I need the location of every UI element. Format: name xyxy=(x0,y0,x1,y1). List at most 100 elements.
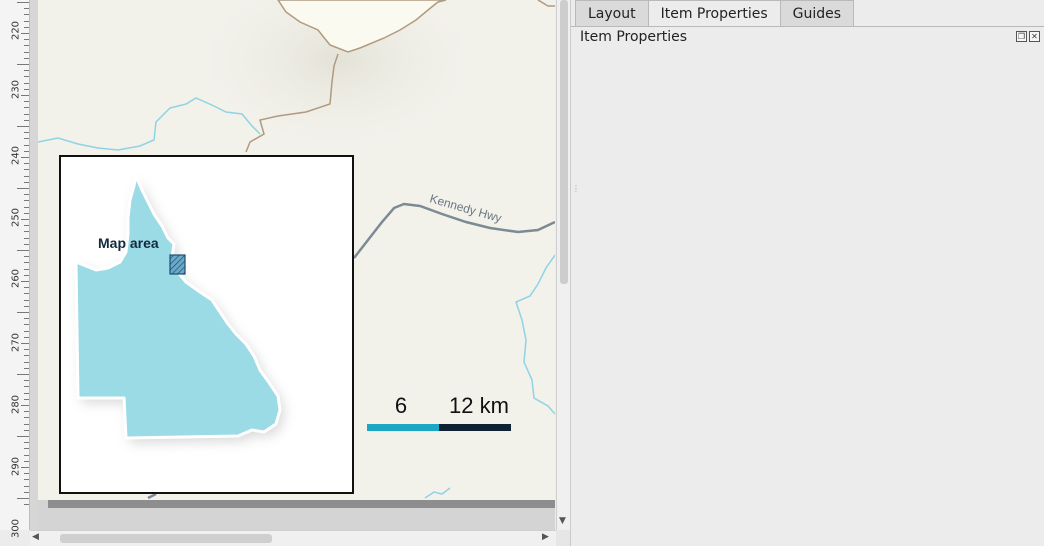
tab-guides[interactable]: Guides xyxy=(779,0,855,26)
ruler-tick xyxy=(21,95,29,96)
ruler-tick xyxy=(24,83,29,84)
layout-designer: 220 230 240 250 260 270 280 290 300 Kenn… xyxy=(0,0,1044,546)
ruler-tick xyxy=(24,107,29,108)
ruler-tick xyxy=(24,269,29,270)
ruler-tick xyxy=(24,479,29,480)
vertical-scrollbar[interactable]: ▼ xyxy=(556,0,570,530)
ruler-tick xyxy=(24,238,29,239)
ruler-tick xyxy=(24,256,29,257)
ruler-tick xyxy=(24,138,29,139)
ruler-label: 300 xyxy=(10,518,22,539)
tab-divider xyxy=(571,26,1044,27)
ruler-tick xyxy=(24,448,29,449)
map-canvas[interactable]: Kennedy Hwy Map area 6 12 km xyxy=(38,0,555,500)
ruler-label: 250 xyxy=(10,207,22,228)
ruler-tick xyxy=(24,442,29,443)
inset-label: Map area xyxy=(98,235,159,251)
ruler-tick xyxy=(24,486,29,487)
page-shadow xyxy=(48,500,555,508)
ruler-tick xyxy=(24,21,29,22)
ruler-tick xyxy=(24,76,29,77)
ruler-tick xyxy=(24,27,29,28)
panel-title: Item Properties xyxy=(580,29,688,45)
ruler-tick xyxy=(17,374,29,375)
scalebar-segment-2 xyxy=(439,424,511,431)
ruler-tick xyxy=(21,343,29,344)
ruler-tick xyxy=(24,393,29,394)
map-area-indicator xyxy=(169,254,186,275)
ruler-tick xyxy=(24,331,29,332)
vertical-scrollbar-thumb[interactable] xyxy=(560,0,568,284)
ruler-tick xyxy=(21,405,29,406)
ruler-tick xyxy=(21,467,29,468)
tab-item-properties[interactable]: Item Properties xyxy=(647,0,781,27)
ruler-tick xyxy=(21,33,29,34)
horizontal-scrollbar-thumb[interactable] xyxy=(60,534,272,543)
scalebar-label-mid: 6 xyxy=(395,393,407,418)
panel-buttons: ❐ ✕ xyxy=(1016,31,1040,42)
ruler-label: 280 xyxy=(10,394,22,415)
ruler-tick xyxy=(24,368,29,369)
ruler-tick xyxy=(24,287,29,288)
ruler-tick xyxy=(24,58,29,59)
ruler-tick xyxy=(24,213,29,214)
ruler-tick xyxy=(24,492,29,493)
scroll-down-arrow-icon[interactable]: ▼ xyxy=(559,516,566,526)
ruler-tick xyxy=(24,337,29,338)
splitter-handle[interactable]: ⋮ xyxy=(572,184,580,198)
scroll-left-arrow-icon[interactable]: ◀ xyxy=(32,532,39,542)
ruler-tick xyxy=(24,306,29,307)
scalebar-segment-1 xyxy=(367,424,439,431)
float-icon[interactable]: ❐ xyxy=(1016,31,1027,42)
item-properties-panel: ⋮ Layout Item Properties Guides Item Pro… xyxy=(570,0,1044,546)
ruler-tick xyxy=(17,498,29,499)
ruler-tick xyxy=(21,219,29,220)
ruler-tick xyxy=(24,200,29,201)
ruler-tick xyxy=(24,231,29,232)
ruler-tick xyxy=(24,417,29,418)
ruler-tick xyxy=(24,275,29,276)
ruler-tick xyxy=(21,281,29,282)
ruler-tick xyxy=(17,188,29,189)
ruler-tick xyxy=(24,101,29,102)
ruler-tick xyxy=(17,436,29,437)
ruler-tick xyxy=(24,194,29,195)
ruler-gap xyxy=(30,0,38,530)
ruler-tick xyxy=(24,89,29,90)
ruler-tick xyxy=(24,473,29,474)
ruler-tick xyxy=(24,355,29,356)
ruler-tick xyxy=(17,312,29,313)
panel-tabs: Layout Item Properties Guides xyxy=(575,0,855,27)
horizontal-scrollbar[interactable]: ◀ ▶ xyxy=(30,530,556,546)
scroll-right-arrow-icon[interactable]: ▶ xyxy=(542,532,549,542)
ruler-tick xyxy=(24,244,29,245)
ruler-tick xyxy=(24,163,29,164)
ruler-tick xyxy=(24,430,29,431)
ruler-label: 290 xyxy=(10,456,22,477)
ruler-label: 260 xyxy=(10,268,22,289)
vertical-ruler[interactable]: 220 230 240 250 260 270 280 290 300 xyxy=(0,0,30,538)
ruler-tick xyxy=(24,225,29,226)
ruler-tick xyxy=(24,293,29,294)
ruler-tick xyxy=(24,207,29,208)
map-svg: Kennedy Hwy Map area 6 12 km xyxy=(38,0,555,500)
ruler-tick xyxy=(24,70,29,71)
ruler-tick xyxy=(24,169,29,170)
scrollbar-corner xyxy=(556,530,570,546)
ruler-tick xyxy=(24,262,29,263)
ruler-tick xyxy=(24,52,29,53)
tab-layout[interactable]: Layout xyxy=(575,0,649,26)
ruler-tick xyxy=(24,45,29,46)
ruler-tick xyxy=(24,39,29,40)
ruler-label: 270 xyxy=(10,332,22,353)
ruler-tick xyxy=(24,411,29,412)
ruler-tick xyxy=(24,386,29,387)
ruler-tick xyxy=(24,461,29,462)
ruler-tick xyxy=(17,126,29,127)
ruler-tick xyxy=(24,145,29,146)
ruler-tick xyxy=(24,455,29,456)
close-icon[interactable]: ✕ xyxy=(1029,31,1040,42)
ruler-tick xyxy=(17,250,29,251)
ruler-tick xyxy=(24,380,29,381)
ruler-tick xyxy=(24,176,29,177)
